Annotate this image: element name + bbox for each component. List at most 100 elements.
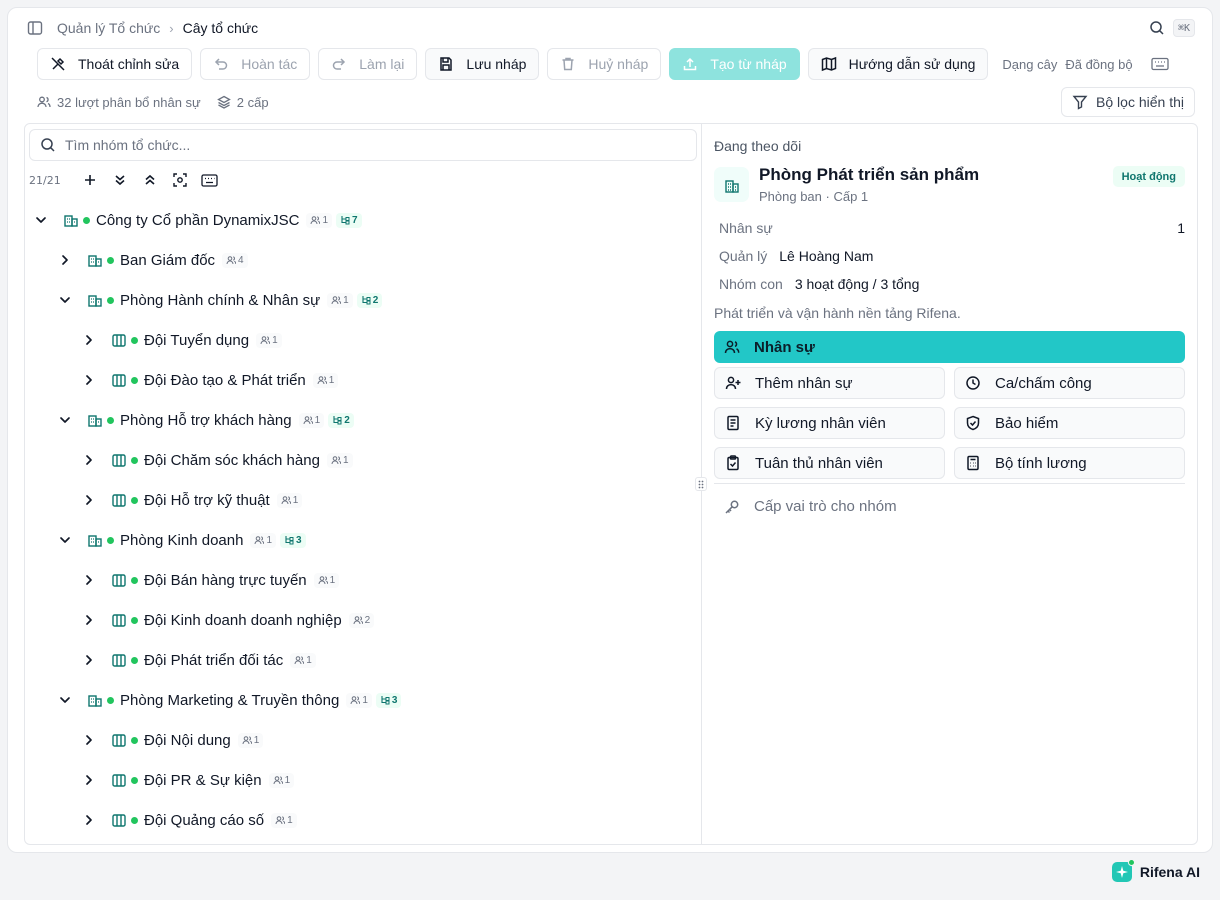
compliance-button[interactable]: Tuân thủ nhân viên: [714, 447, 945, 479]
chevron-down-icon[interactable]: [57, 692, 73, 708]
tree-node-label: Đội Quảng cáo số: [144, 811, 265, 829]
member-count: 1: [362, 694, 368, 706]
redo-button[interactable]: Làm lại: [318, 48, 418, 80]
breadcrumb-separator-icon: ›: [169, 20, 174, 36]
chevron-right-icon[interactable]: [81, 772, 97, 788]
guide-button[interactable]: Hướng dẫn sử dụng: [807, 48, 989, 80]
chevron-right-icon[interactable]: [57, 252, 73, 268]
tree-row[interactable]: Đội Phát triển đối tác 1: [25, 640, 701, 680]
chevron-right-icon[interactable]: [81, 332, 97, 348]
payroll-button[interactable]: Kỳ lương nhân viên: [714, 407, 945, 439]
tree-row[interactable]: Phòng Hỗ trợ khách hàng 1 2: [25, 400, 701, 440]
chevron-right-icon[interactable]: [81, 572, 97, 588]
layers-icon: [216, 95, 231, 109]
undo-icon: [213, 56, 229, 72]
tree-row[interactable]: Đội PR & Sự kiện 1: [25, 760, 701, 800]
expand-all-icon[interactable]: [111, 171, 129, 189]
tree-node-label: Ban Giám đốc: [120, 251, 216, 269]
users-icon: [331, 455, 341, 465]
edit-toolbar: Thoát chỉnh sửa Hoàn tác Làm lại Lưu nhá…: [37, 48, 1195, 80]
chevron-right-icon[interactable]: [81, 492, 97, 508]
users-icon: [331, 295, 342, 305]
breadcrumb-current: Cây tổ chức: [182, 20, 259, 36]
tools-off-icon: [50, 56, 66, 72]
tree-node-label: Đội Bán hàng trực tuyến: [144, 571, 307, 589]
compliance-label: Tuân thủ nhân viên: [755, 454, 883, 472]
staff-action-button[interactable]: Nhân sự: [714, 331, 1185, 363]
save-draft-button[interactable]: Lưu nháp: [425, 48, 540, 80]
tree-row[interactable]: Phòng Kinh doanh 1 3: [25, 520, 701, 560]
filter-icon: [1072, 94, 1088, 110]
display-filter-button[interactable]: Bộ lọc hiển thị: [1061, 87, 1195, 117]
building-icon: [87, 252, 103, 268]
create-from-draft-label: Tạo từ nháp: [710, 56, 787, 72]
chevron-down-icon[interactable]: [33, 212, 49, 228]
tree-row[interactable]: Công ty Cổ phần DynamixJSC 1 7: [25, 200, 701, 240]
tree-row[interactable]: Đội Hỗ trợ kỹ thuật 1: [25, 480, 701, 520]
member-count-badge: 1: [312, 372, 339, 388]
subgroup-count: 3: [296, 534, 302, 546]
top-bar: Quản lý Tổ chức › Cây tổ chức ⌘K: [8, 8, 1212, 48]
active-status-dot: [107, 696, 114, 704]
sidebar-toggle-icon[interactable]: [25, 18, 45, 38]
member-count-badge: 1: [306, 212, 332, 228]
team-icon: [111, 812, 127, 828]
active-status-dot: [131, 776, 138, 784]
active-status-dot: [107, 536, 114, 544]
collapse-all-icon[interactable]: [141, 171, 159, 189]
chevron-right-icon[interactable]: [81, 732, 97, 748]
tree-node-label: Phòng Hành chính & Nhân sự: [120, 291, 321, 309]
view-mode-text[interactable]: Dạng cây: [1002, 57, 1057, 72]
assign-role-button[interactable]: Cấp vai trò cho nhóm: [724, 498, 897, 515]
tree-row[interactable]: Phòng Marketing & Truyền thông 1 3: [25, 680, 701, 720]
tree-search[interactable]: [29, 129, 697, 161]
tree-row[interactable]: Đội Chăm sóc khách hàng 1: [25, 440, 701, 480]
team-icon: [111, 492, 127, 508]
chevron-right-icon[interactable]: [81, 452, 97, 468]
chevron-down-icon[interactable]: [57, 412, 73, 428]
ai-assistant-button[interactable]: Rifena AI: [1111, 859, 1200, 882]
tree-row[interactable]: Phòng Hành chính & Nhân sự 1 2: [25, 280, 701, 320]
chevron-right-icon[interactable]: [81, 652, 97, 668]
undo-button[interactable]: Hoàn tác: [200, 48, 311, 80]
chevron-right-icon[interactable]: [81, 612, 97, 628]
add-staff-button[interactable]: Thêm nhân sự: [714, 367, 945, 399]
tree-row[interactable]: Ban Giám đốc 4: [25, 240, 701, 280]
tree-row[interactable]: Đội Tuyển dụng 1: [25, 320, 701, 360]
add-node-icon[interactable]: [81, 171, 99, 189]
cancel-draft-button[interactable]: Huỷ nháp: [547, 48, 662, 80]
member-count: 1: [328, 374, 335, 386]
save-icon: [438, 56, 454, 72]
resize-handle-icon[interactable]: [695, 477, 707, 491]
member-count-badge: 1: [271, 812, 297, 828]
chevron-down-icon[interactable]: [57, 532, 73, 548]
tree-row[interactable]: Đội Bán hàng trực tuyến 1: [25, 560, 701, 600]
chevron-right-icon[interactable]: [81, 812, 97, 828]
subgroups-icon: [340, 215, 350, 225]
tree-row[interactable]: Đội Nội dung 1: [25, 720, 701, 760]
member-count: 1: [342, 454, 349, 466]
chevron-right-icon[interactable]: [81, 372, 97, 388]
keyboard-icon[interactable]: [1150, 57, 1169, 71]
org-panel: 21/21 Công ty Cổ phần DynamixJSC 1 7 Ban Gi…: [24, 123, 1198, 845]
focus-icon[interactable]: [171, 171, 189, 189]
search-input[interactable]: [65, 137, 665, 153]
tree-row[interactable]: Đội Kinh doanh doanh nghiệp 2: [25, 600, 701, 640]
tree-row[interactable]: Đội Quảng cáo số 1: [25, 800, 701, 840]
undo-label: Hoàn tác: [241, 56, 298, 72]
salary-calculator-button[interactable]: Bộ tính lương: [954, 447, 1185, 479]
tree-row[interactable]: Đội Đào tạo & Phát triển 1: [25, 360, 701, 400]
team-icon: [111, 732, 127, 748]
exit-edit-button[interactable]: Thoát chỉnh sửa: [37, 48, 193, 80]
breadcrumb-root[interactable]: Quản lý Tổ chức: [57, 20, 160, 36]
tree-node-label: Phòng Kinh doanh: [120, 531, 244, 549]
manager-row: Quản lý Lê Hoàng Nam: [719, 248, 873, 264]
manager-label: Quản lý: [719, 248, 768, 264]
search-icon[interactable]: [1149, 20, 1165, 36]
keyboard-icon[interactable]: [201, 171, 219, 189]
create-from-draft-button[interactable]: Tạo từ nháp: [669, 48, 800, 80]
clock-icon: [965, 375, 981, 391]
insurance-button[interactable]: Bảo hiểm: [954, 407, 1185, 439]
chevron-down-icon[interactable]: [57, 292, 73, 308]
shift-button[interactable]: Ca/chấm công: [954, 367, 1185, 399]
